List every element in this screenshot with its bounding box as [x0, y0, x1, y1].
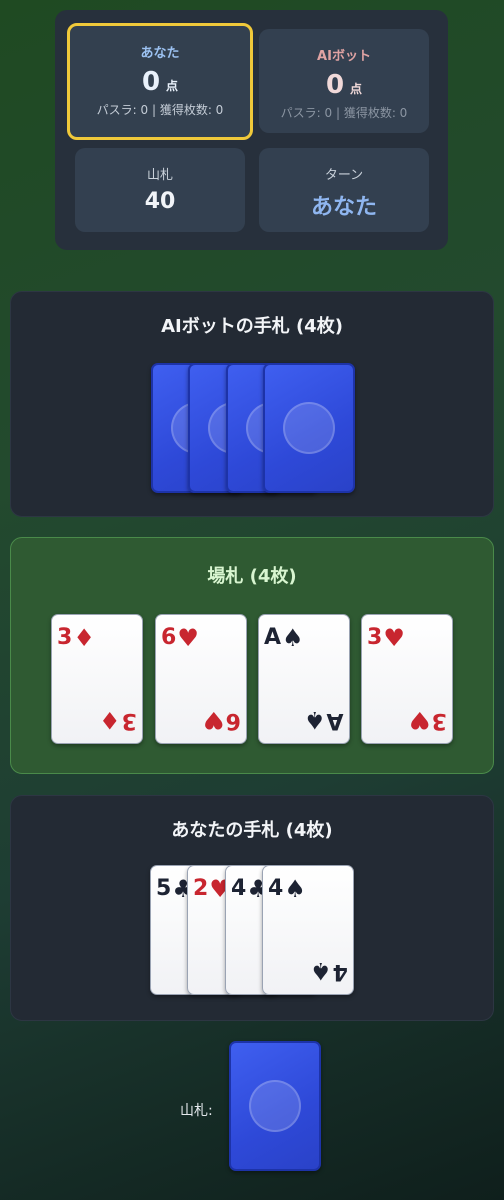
turn-label: ターン — [324, 168, 364, 183]
card-rank: 4 — [332, 959, 348, 984]
player-name: あなた — [140, 46, 180, 61]
card-back-emblem — [249, 1080, 301, 1132]
player-hand-title: あなたの手札 (4枚) — [171, 820, 333, 841]
card-rank: 3 — [121, 708, 137, 733]
ai-score: 0点 — [325, 70, 363, 100]
card-corner-br: A ♠ — [304, 706, 344, 734]
card-suit-icon: ♥ — [203, 706, 225, 734]
player-hand-panel: あなたの手札 (4枚) 5♣5♣2♥2♥4♣4♣4♠4♠ — [10, 795, 494, 1021]
card-corner-tl: 4 ♠ — [268, 875, 306, 903]
field-card[interactable]: A ♠ A ♠ — [258, 614, 350, 744]
scoreboard: あなた 0点 パスラ: 0 | 獲得枚数: 0 AIボット 0点 パスラ: 0 … — [55, 10, 448, 250]
card-corner-br: 4 ♠ — [310, 957, 348, 985]
card-suit-icon: ♥ — [177, 624, 199, 652]
field-title: 場札 (4枚) — [207, 566, 297, 587]
card-suit-icon: ♠ — [310, 957, 332, 985]
card-suit-icon: ♦ — [99, 706, 121, 734]
card-rank: 6 — [161, 625, 177, 650]
turn-indicator-card: ターン あなた — [259, 148, 429, 232]
card-rank: A — [326, 708, 344, 733]
card-rank: 3 — [57, 625, 73, 650]
player-score-card: あなた 0点 パスラ: 0 | 獲得枚数: 0 — [67, 23, 253, 140]
card-corner-tl: 3 ♦ — [57, 624, 95, 652]
card-corner-tl: 6 ♥ — [161, 624, 199, 652]
ai-hand-panel: AIボットの手札 (4枚) — [10, 291, 494, 517]
card-rank: 4 — [268, 876, 284, 901]
card-suit-icon: ♥ — [409, 706, 431, 734]
field-card[interactable]: 3 ♦ 3 ♦ — [51, 614, 143, 744]
ai-card-back — [263, 363, 355, 493]
card-rank: 4 — [231, 876, 247, 901]
ai-stats: パスラ: 0 | 獲得枚数: 0 — [280, 106, 408, 120]
ai-score-card: AIボット 0点 パスラ: 0 | 獲得枚数: 0 — [259, 29, 429, 133]
card-rank: 3 — [431, 708, 447, 733]
deck-count-value: 40 — [144, 189, 176, 214]
card-back-emblem — [283, 402, 335, 454]
card-corner-br: 3 ♥ — [409, 706, 447, 734]
field-card[interactable]: 3 ♥ 3 ♥ — [361, 614, 453, 744]
card-rank: A — [264, 625, 282, 650]
deck-count-label: 山札 — [146, 168, 173, 183]
card-suit-icon: ♦ — [73, 624, 95, 652]
field-panel: 場札 (4枚) 3 ♦ 3 ♦ 6 ♥ 6 ♥ A ♠ A ♠ 3 ♥ 3 ♥ — [10, 537, 494, 774]
turn-value: あなた — [310, 195, 377, 220]
card-corner-tl: 3 ♥ — [367, 624, 405, 652]
player-score: 0点 — [141, 67, 179, 97]
card-suit-icon: ♠ — [282, 624, 304, 652]
card-rank: 6 — [225, 708, 241, 733]
deck-pile[interactable] — [229, 1041, 321, 1171]
card-corner-br: 6 ♥ — [203, 706, 241, 734]
deck-count-card: 山札 40 — [75, 148, 245, 232]
deck-pile-label: 山札: — [180, 1103, 213, 1119]
ai-name: AIボット — [317, 49, 371, 64]
card-rank: 5 — [156, 876, 172, 901]
field-card[interactable]: 6 ♥ 6 ♥ — [155, 614, 247, 744]
card-corner-br: 3 ♦ — [99, 706, 137, 734]
player-stats: パスラ: 0 | 獲得枚数: 0 — [96, 103, 224, 117]
card-suit-icon: ♠ — [304, 706, 326, 734]
card-corner-tl: A ♠ — [264, 624, 304, 652]
card-suit-icon: ♥ — [383, 624, 405, 652]
ai-hand-title: AIボットの手札 (4枚) — [161, 316, 343, 337]
player-hand-card[interactable]: 4 ♠ 4 ♠ — [262, 865, 354, 995]
card-suit-icon: ♠ — [284, 875, 306, 903]
card-rank: 3 — [367, 625, 383, 650]
card-rank: 2 — [193, 876, 209, 901]
